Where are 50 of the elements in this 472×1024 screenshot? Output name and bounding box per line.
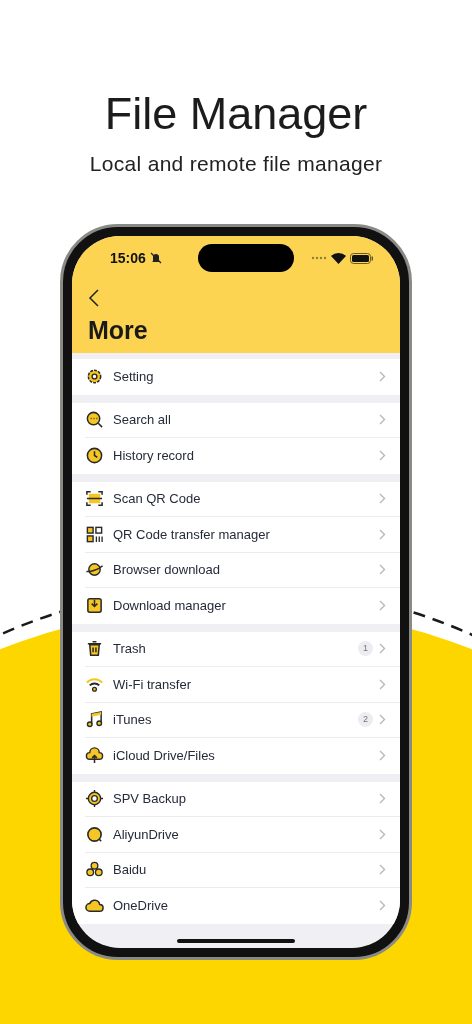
chevron-icon (379, 643, 386, 655)
menu-item[interactable]: iTunes 2 (85, 702, 400, 738)
menu-item[interactable]: Download manager (85, 588, 400, 624)
chevron-icon (379, 528, 386, 540)
menu-item[interactable]: Trash 1 (85, 631, 400, 667)
chevron-icon (379, 600, 386, 612)
chevron-icon (379, 371, 386, 383)
menu-item[interactable]: Browser download (85, 552, 400, 588)
menu-item[interactable]: OneDrive (85, 888, 400, 924)
qr-code-icon (85, 524, 104, 544)
trash-icon (85, 639, 104, 659)
menu-item[interactable]: SPV Backup (85, 781, 400, 817)
wifi-icon (331, 252, 346, 264)
count-badge: 1 (358, 641, 373, 657)
menu-item[interactable]: Baidu (85, 852, 400, 888)
menu-item[interactable]: QR Code transfer manager (85, 517, 400, 553)
download-icon (85, 596, 104, 616)
scan-icon (85, 489, 104, 509)
chevron-icon (379, 900, 386, 912)
menu-item[interactable]: Wi-Fi transfer (85, 667, 400, 703)
back-icon[interactable] (88, 289, 100, 307)
search-icon (85, 410, 104, 430)
chevron-icon (379, 864, 386, 876)
chevron-icon (379, 678, 386, 690)
menu-item[interactable]: Search all (85, 402, 400, 438)
chevron-icon (379, 750, 386, 762)
chevron-icon (379, 828, 386, 840)
circle-icon (85, 824, 104, 844)
cloud-upload-icon (85, 746, 104, 766)
menu-item[interactable]: Scan QR Code (85, 481, 400, 517)
chevron-icon (379, 493, 386, 505)
chevron-icon (379, 414, 386, 426)
count-badge: 2 (358, 712, 373, 728)
status-time: 15:06 (110, 250, 146, 266)
target-icon (85, 789, 104, 809)
page-subtitle: Local and remote file manager (88, 152, 384, 176)
signal-dots-icon (311, 256, 327, 260)
bell-slash-icon (149, 252, 162, 264)
chevron-icon (379, 564, 386, 576)
music-note-icon (85, 710, 104, 730)
page-title: File Manager (103, 88, 369, 140)
chevron-icon (379, 793, 386, 805)
clock-icon (85, 446, 104, 466)
menu-item[interactable]: AliyunDrive (85, 817, 400, 853)
chevron-icon (379, 450, 386, 462)
battery-icon (350, 252, 374, 264)
chevron-icon (379, 714, 386, 726)
nav-title: More (88, 316, 149, 345)
menu-item[interactable]: iCloud Drive/Files (85, 738, 400, 774)
menu-item[interactable]: History record (85, 438, 400, 474)
